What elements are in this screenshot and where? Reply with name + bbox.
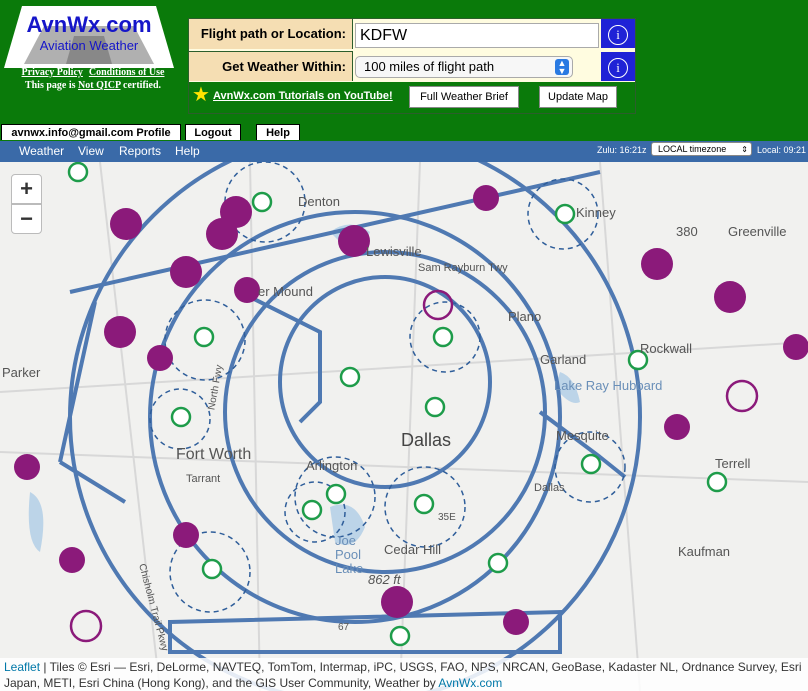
label-cedar-hill: Cedar Hill xyxy=(384,542,442,557)
label-parker: Parker xyxy=(2,365,41,380)
info-icon: i xyxy=(608,25,628,45)
update-map-button[interactable]: Update Map xyxy=(539,86,617,108)
label-elevation: 862 ft xyxy=(368,572,401,587)
chevron-updown-icon: ⇕ xyxy=(741,145,748,154)
leaflet-link[interactable]: Leaflet xyxy=(4,660,40,674)
menu-bar: Weather View Reports Help Zulu: 16:21z L… xyxy=(0,141,808,162)
qicp-suffix: certified. xyxy=(120,80,162,91)
zoom-out-button[interactable]: − xyxy=(11,204,42,234)
within-info-button[interactable]: i xyxy=(601,52,635,81)
tutorials-link[interactable]: AvnWx.com Tutorials on YouTube! xyxy=(213,90,393,102)
header: AvnWx.com Aviation Weather Privacy Polic… xyxy=(0,0,808,141)
timezone-select[interactable]: LOCAL timezone ⇕ xyxy=(651,142,752,156)
menu-reports[interactable]: Reports xyxy=(119,144,161,158)
profile-tab[interactable]: avnwx.info@gmail.com Profile xyxy=(1,124,181,140)
star-icon: ★ xyxy=(192,84,210,106)
privacy-link[interactable]: Privacy Policy xyxy=(22,67,83,78)
avnwx-logo[interactable]: AvnWx.com Aviation Weather xyxy=(4,6,174,70)
tutorial-row: ★ AvnWx.com Tutorials on YouTube! Full W… xyxy=(189,82,635,113)
menu-view[interactable]: View xyxy=(78,144,104,158)
label-lewisville-lake: Lewisville xyxy=(366,244,422,259)
qicp-prefix: This page is xyxy=(24,80,79,91)
label-67: 67 xyxy=(338,622,350,633)
location-info-button[interactable]: i xyxy=(601,19,635,48)
info-icon: i xyxy=(608,58,628,78)
timezone-value: LOCAL timezone xyxy=(658,144,727,154)
avnwx-link[interactable]: AvnWx.com xyxy=(438,676,502,690)
within-select[interactable]: 100 miles of flight path ▲ ▼ xyxy=(355,56,573,78)
label-flower-mound: er Mound xyxy=(258,284,313,299)
label-dallas: Dallas xyxy=(401,430,452,450)
logo-title: AvnWx.com xyxy=(26,12,151,37)
airspace-ring-inner xyxy=(223,250,547,574)
map-canvas xyxy=(0,162,808,691)
label-35e: 35E xyxy=(438,512,456,523)
label-denton: Denton xyxy=(298,194,340,209)
within-label: Get Weather Within: xyxy=(189,51,353,81)
qicp-link[interactable]: Not QICP xyxy=(78,80,121,91)
chevron-updown-icon: ▲ ▼ xyxy=(555,59,569,76)
label-rockwall: Rockwall xyxy=(640,341,693,356)
label-kaufman: Kaufman xyxy=(678,544,731,559)
logo-graphic: AvnWx.com Aviation Weather xyxy=(4,6,174,68)
location-label: Flight path or Location: xyxy=(189,19,353,49)
label-tarrant: Tarrant xyxy=(186,473,221,485)
label-plano: Plano xyxy=(508,309,542,324)
help-tab[interactable]: Help xyxy=(256,124,300,140)
label-joe-pool-lake: Joe Pool Lake xyxy=(335,533,364,576)
terms-link[interactable]: Conditions of Use xyxy=(89,67,165,78)
logo-links: Privacy Policy Conditions of Use This pag… xyxy=(0,66,186,92)
label-garland: Garland xyxy=(540,352,587,367)
label-lake-ray-hubbard: Lake Ray Hubbard xyxy=(554,378,663,393)
location-input[interactable]: KDFW xyxy=(355,23,599,48)
within-value: 100 miles of flight path xyxy=(364,59,495,74)
label-terrell: Terrell xyxy=(715,456,751,471)
logo-subtitle: Aviation Weather xyxy=(40,38,139,53)
map-attribution: Leaflet | Tiles © Esri — Esri, DeLorme, … xyxy=(0,658,808,691)
label-dallas-county: Dallas xyxy=(534,482,565,494)
label-mesquite: Mesquite xyxy=(556,428,609,443)
weather-controls: Flight path or Location: KDFW i Get Weat… xyxy=(188,18,636,114)
label-kinney: Kinney xyxy=(576,205,616,220)
logout-tab[interactable]: Logout xyxy=(185,124,241,140)
label-380: 380 xyxy=(676,224,698,239)
zoom-in-button[interactable]: + xyxy=(11,174,42,204)
airspace-south-box xyxy=(168,609,562,654)
full-brief-button[interactable]: Full Weather Brief xyxy=(409,86,519,108)
menu-weather[interactable]: Weather xyxy=(19,144,64,158)
attribution-text: | Tiles © Esri — Esri, DeLorme, NAVTEQ, … xyxy=(4,660,802,690)
label-arlington: Arlington xyxy=(306,458,358,473)
zulu-time: Zulu: 16:21z xyxy=(597,145,647,155)
label-greenville: Greenville xyxy=(728,224,787,239)
menu-help[interactable]: Help xyxy=(175,144,200,158)
label-sam-rayburn: Sam Rayburn Twy xyxy=(418,262,508,274)
airspace-ring-core xyxy=(278,275,492,489)
weather-map[interactable]: Denton Kinney 380 Greenville Lewisville … xyxy=(0,162,808,691)
local-time: Local: 09:21 xyxy=(757,145,807,155)
label-fort-worth: Fort Worth xyxy=(176,446,252,463)
